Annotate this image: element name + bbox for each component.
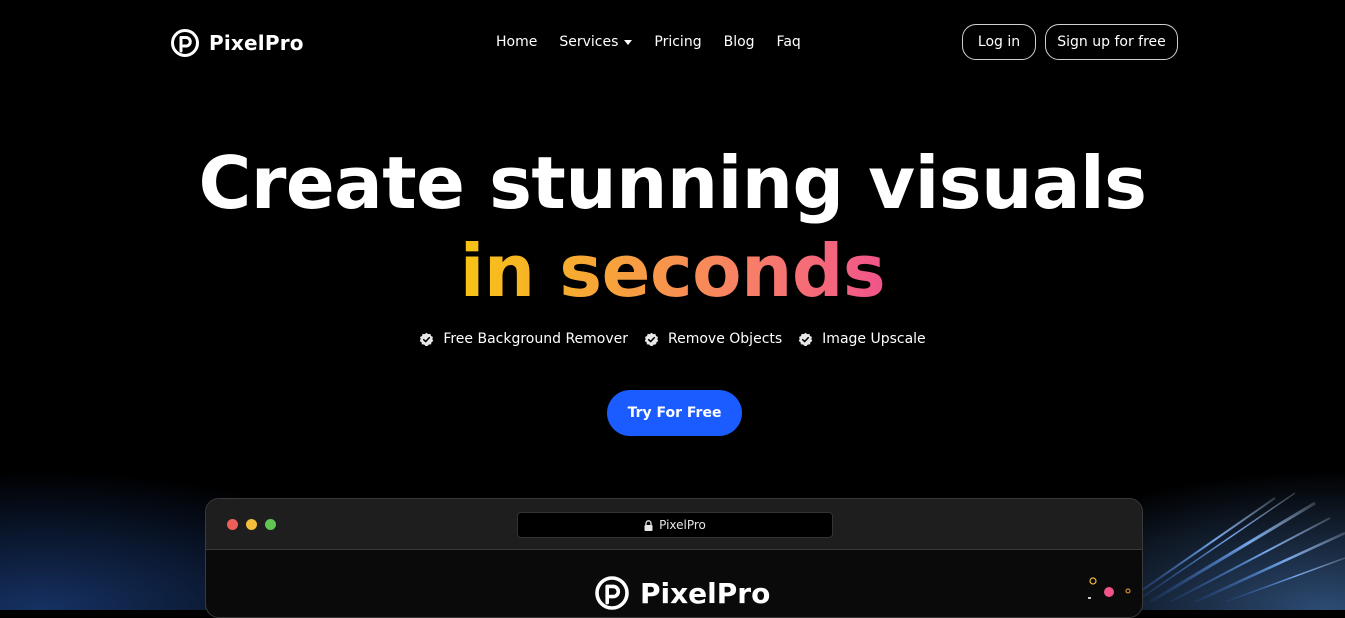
browser-toolbar: PixelPro [206,499,1142,550]
nav-item-pricing[interactable]: Pricing [654,34,701,50]
lock-icon [644,519,653,531]
browser-preview: PixelPro PixelPro [205,498,1143,618]
confetti-decoration [1088,577,1131,599]
check-badge-icon [798,332,813,346]
brand-logo-link[interactable]: PixelPro [170,28,304,58]
chevron-down-icon [624,40,633,45]
pixelpro-logo-icon [171,29,199,57]
brand-name: PixelPro [209,31,304,55]
feature-label: Image Upscale [822,331,926,347]
check-badge-icon [644,332,659,346]
hero-title: Create stunning visuals [198,141,1147,225]
address-text: PixelPro [659,518,706,532]
feature-label: Free Background Remover [443,331,629,347]
preview-brand-logo: PixelPro [594,575,770,611]
nav-item-home[interactable]: Home [496,34,537,50]
address-bar: PixelPro [517,512,833,538]
nav-item-services[interactable]: Services [559,34,633,50]
feature-label: Remove Objects [668,331,783,347]
pixelpro-logo-icon [595,576,629,610]
feature-item: Image Upscale [798,331,926,347]
light-streaks-decoration [1125,492,1345,602]
login-button[interactable]: Log in [962,24,1036,60]
signup-button[interactable]: Sign up for free [1045,24,1178,60]
window-minimize-dot [246,519,257,530]
site-header: PixelPro Home Services Pricing Blog Faq … [0,0,1345,86]
feature-item: Free Background Remover [419,331,628,347]
check-badge-icon [420,332,434,346]
hero-title-accent-text: in seconds [459,229,886,313]
feature-item: Remove Objects [644,331,782,347]
main-nav: Home Services Pricing Blog Faq [496,34,801,50]
preview-brand-name: PixelPro [640,576,771,610]
nav-item-faq[interactable]: Faq [777,34,801,50]
window-close-dot [227,519,238,530]
hero-title-accent: in seconds [0,228,1345,314]
window-maximize-dot [265,519,276,530]
nav-item-blog[interactable]: Blog [724,34,755,50]
nav-item-services-label: Services [559,34,619,50]
feature-list: Free Background Remover Remove Objects I… [0,331,1345,347]
try-for-free-button[interactable]: Try For Free [607,390,742,436]
